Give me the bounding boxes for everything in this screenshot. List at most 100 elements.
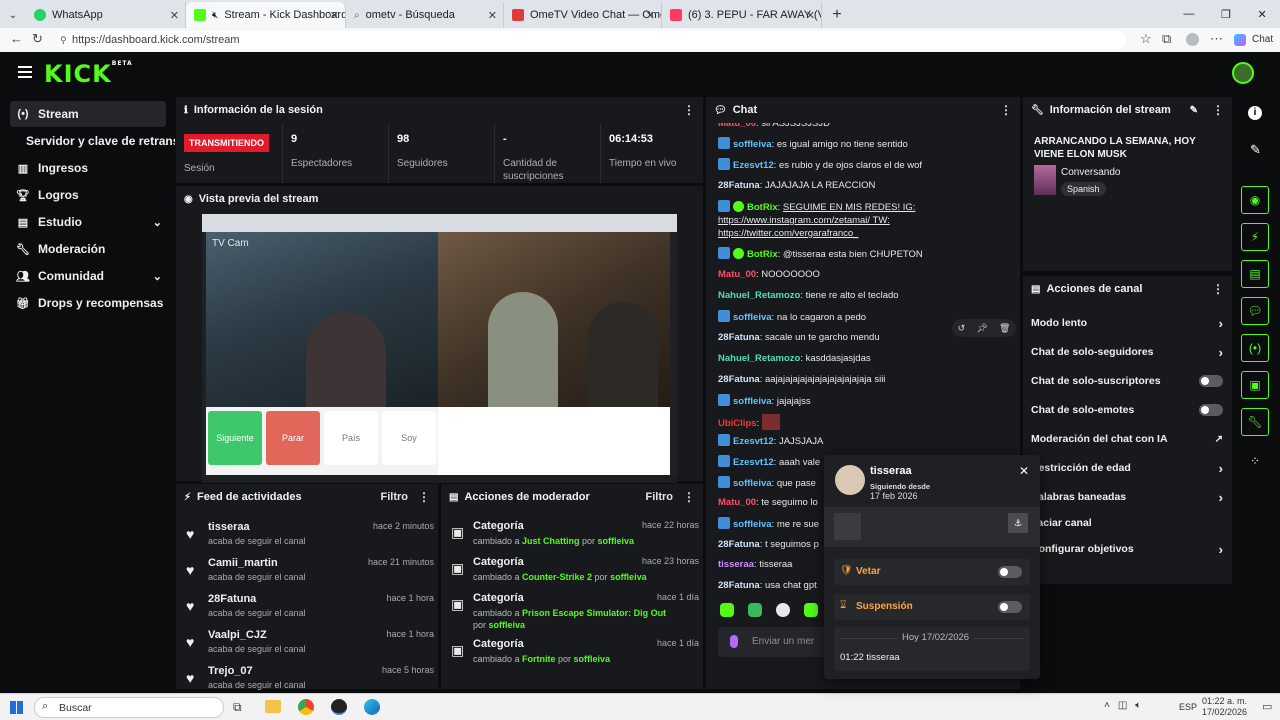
restore-icon[interactable]: ❐ <box>1221 8 1231 21</box>
action-clear-channel[interactable]: Vaciar canal <box>1031 512 1229 534</box>
chat-message[interactable]: Ezesvt12: es rubio y de ojos claros el d… <box>718 158 1018 172</box>
chat-username[interactable]: Ezesvt12 <box>733 160 774 171</box>
feed-user[interactable]: Trejo_07 <box>208 665 253 677</box>
webcam-toggle-button[interactable]: ◉ <box>1241 186 1269 214</box>
toggle-switch[interactable] <box>998 601 1022 613</box>
file-explorer-icon[interactable] <box>265 700 281 713</box>
taskbar-search[interactable]: ⌕ Buscar <box>34 697 224 718</box>
kebab-menu-icon[interactable]: ⋮ <box>1212 103 1224 117</box>
close-icon[interactable]: ✕ <box>646 9 655 22</box>
lightning-button[interactable]: ⚡︎ <box>1241 223 1269 251</box>
close-icon[interactable]: ✕ <box>170 9 179 22</box>
new-tab-button[interactable]: + <box>822 2 852 28</box>
close-icon[interactable]: ✕ <box>806 9 815 22</box>
emote-icon[interactable] <box>720 603 734 617</box>
feed-user[interactable]: 28Fatuna <box>208 593 256 605</box>
sidebar-item-server-key[interactable]: Servidor y clave de retransmisión <box>20 128 180 154</box>
chat-username[interactable]: 28Fatuna <box>718 539 760 550</box>
country-button[interactable]: País <box>324 411 378 465</box>
chat-username[interactable]: Nahuel_Retamozo <box>718 353 800 364</box>
chat-username[interactable]: 28Fatuna <box>718 580 760 591</box>
chat-username[interactable]: soffleiva <box>733 312 772 323</box>
language-indicator[interactable]: ESP <box>1179 702 1197 712</box>
emote-icon[interactable] <box>776 603 790 617</box>
kebab-menu-icon[interactable]: ⋮ <box>1000 103 1012 117</box>
chat-username[interactable]: soffleiva <box>733 396 772 407</box>
chat-username[interactable]: soffleiva <box>733 478 772 489</box>
copilot-icon[interactable] <box>1234 34 1246 46</box>
emote-icon[interactable] <box>748 603 762 617</box>
stop-button[interactable]: Parar <box>266 411 320 465</box>
chat-username[interactable]: Ezesvt12 <box>733 436 774 447</box>
wrench-button[interactable]: 🔧︎ <box>1241 408 1269 436</box>
sidebar-item-moderacion[interactable]: 🔧︎ Moderación <box>10 236 166 262</box>
kebab-menu-icon[interactable]: ⋮ <box>683 490 695 504</box>
mute-icon[interactable]: ⚓︎ <box>1008 513 1028 533</box>
tab-menu-button[interactable]: ⌄ <box>0 2 26 28</box>
info-icon[interactable]: i <box>1248 106 1262 120</box>
chat-username[interactable]: Nahuel_Retamozo <box>718 290 800 301</box>
chat-username[interactable]: soffleiva <box>733 139 772 150</box>
url-field[interactable]: ⚲ https://dashboard.kick.com/stream <box>56 31 1126 49</box>
mod-log-button[interactable]: ▣ <box>1241 371 1269 399</box>
chat-message[interactable]: Nahuel_Retamozo: tiene re alto el teclad… <box>718 289 1018 302</box>
tab-kick-dashboard[interactable]: 🔇︎ Stream - Kick Dashboard ✕ <box>186 2 346 28</box>
more-icon[interactable]: ⋯ <box>1210 31 1223 47</box>
chat-username[interactable]: tisseraa <box>718 559 754 570</box>
chat-username[interactable]: 28Fatuna <box>718 374 760 385</box>
close-icon[interactable]: ✕ <box>488 9 497 22</box>
broadcast-button[interactable]: (•) <box>1241 334 1269 362</box>
collections-icon[interactable]: ⧉ <box>1162 31 1171 47</box>
chat-username[interactable]: Matu_00 <box>718 269 756 280</box>
back-icon[interactable]: ← <box>10 31 23 46</box>
volume-icon[interactable]: 🔈︎ <box>1135 700 1141 711</box>
task-view-icon[interactable]: ⧉ <box>233 700 242 715</box>
toggle-switch[interactable] <box>1199 375 1223 387</box>
action-slow-mode[interactable]: Modo lento › <box>1031 312 1229 334</box>
chat-message[interactable]: Nahuel_Retamozo: kasddasjasjdas <box>718 352 1018 365</box>
apps-icon[interactable]: ⁘ <box>1250 454 1260 468</box>
sidebar-item-estudio[interactable]: ▤ Estudio ⌄ <box>10 209 166 235</box>
sidebar-item-logros[interactable]: 🏆︎ Logros <box>10 182 166 208</box>
obs-icon[interactable] <box>331 699 347 715</box>
favorite-icon[interactable]: ☆ <box>1140 31 1152 47</box>
chat-username[interactable]: BotRix <box>747 249 778 260</box>
trash-icon[interactable]: 🗑︎ <box>999 323 1010 334</box>
windows-start-icon[interactable] <box>10 701 23 714</box>
mic-icon[interactable] <box>730 635 738 648</box>
filter-button[interactable]: Filtro <box>381 491 409 503</box>
kebab-menu-icon[interactable]: ⋮ <box>683 103 695 117</box>
stream-preview-video[interactable]: TV Cam Siguiente Parar País Soy <box>202 214 677 484</box>
category-name[interactable]: Conversando <box>1061 167 1120 178</box>
chat-message[interactable]: soffleiva: jajajajss <box>718 394 1018 408</box>
chat-message[interactable]: UbiClips: <box>718 414 1018 430</box>
site-info-icon[interactable]: ⚲ <box>60 31 67 49</box>
sidebar-item-stream[interactable]: (•) Stream <box>10 101 166 127</box>
minimize-icon[interactable]: — <box>1183 8 1194 20</box>
user-name[interactable]: tisseraa <box>870 465 912 477</box>
clock-date[interactable]: 17/02/2026 <box>1202 707 1247 717</box>
chat-username[interactable]: 28Fatuna <box>718 332 760 343</box>
toggle-switch[interactable] <box>998 566 1022 578</box>
chat-message[interactable]: Ezesvt12: JAJSJAJA <box>718 434 1018 448</box>
feed-user[interactable]: Vaalpi_CJZ <box>208 629 267 641</box>
pin-icon[interactable]: 📌︎ <box>976 323 987 334</box>
chat-button[interactable]: 💬︎ <box>1241 297 1269 325</box>
notification-icon[interactable]: ▭ <box>1262 700 1272 713</box>
edge-icon[interactable] <box>364 699 380 715</box>
network-icon[interactable]: ◫ <box>1118 700 1127 711</box>
tab-whatsapp[interactable]: WhatsApp ✕ <box>26 2 186 28</box>
chat-username[interactable]: Ezesvt12 <box>733 457 774 468</box>
chrome-icon[interactable] <box>298 699 314 715</box>
kebab-menu-icon[interactable]: ⋮ <box>1212 282 1224 296</box>
chevron-up-icon[interactable]: ˄ <box>1104 700 1110 711</box>
tab-youtube[interactable]: (6) 3. PEPU - FAR AWAY (Video Of ✕ <box>662 2 822 28</box>
action-goals[interactable]: Configurar objetivos › <box>1031 538 1229 560</box>
chat-message[interactable]: 28Fatuna: aajajajajajajajajajajajajaja s… <box>718 373 1018 386</box>
sidebar-item-drops[interactable]: 🎁︎ Drops y recompensas <box>10 290 166 316</box>
chat-label[interactable]: Chat <box>1252 34 1273 45</box>
chat-message[interactable]: BotRix: SEGUIME EN MIS REDES! IG: https:… <box>718 200 1018 240</box>
chat-username[interactable]: soffleiva <box>733 519 772 530</box>
action-banned-words[interactable]: Palabras baneadas › <box>1031 486 1229 508</box>
action-followers-only[interactable]: Chat de solo-seguidores › <box>1031 341 1229 363</box>
